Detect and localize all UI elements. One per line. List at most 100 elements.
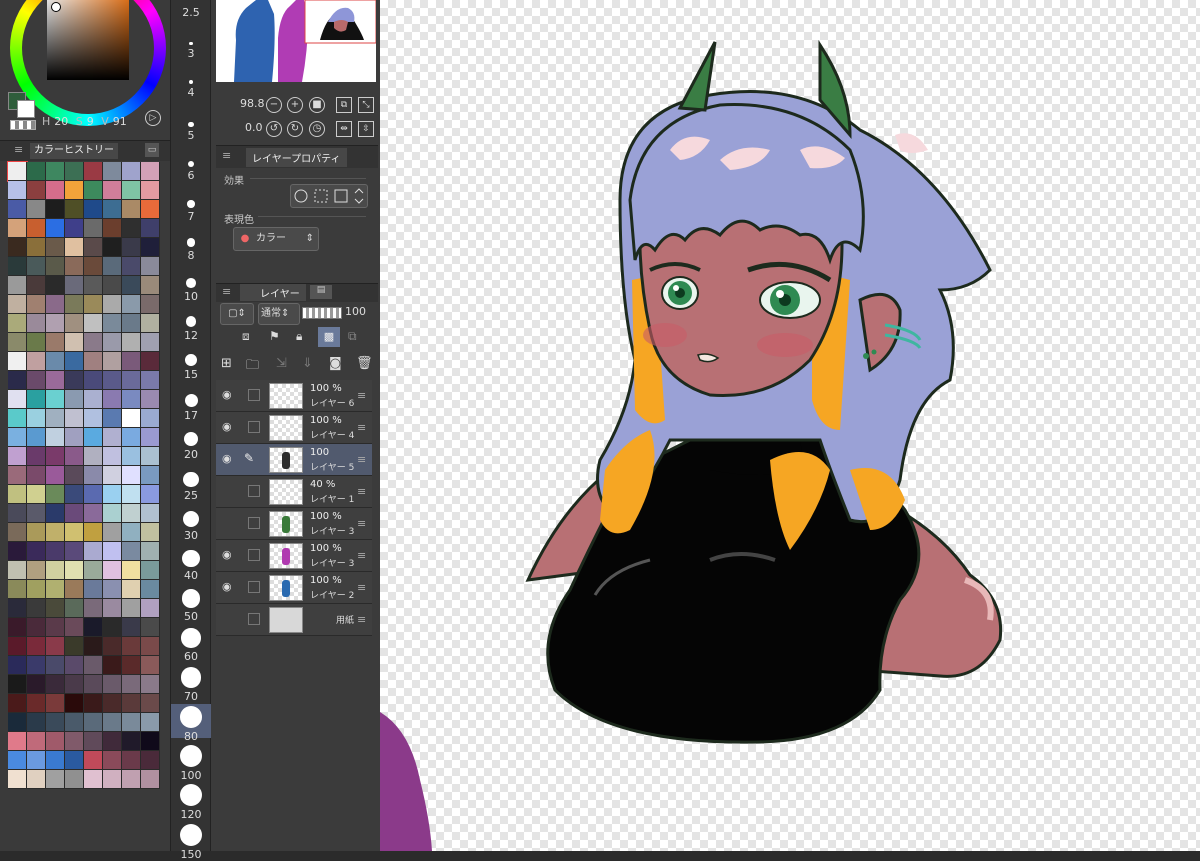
- color-swatch[interactable]: [103, 390, 122, 409]
- layer-row[interactable]: 100 % レイヤー 3 ≡: [216, 508, 372, 540]
- new-layer-icon[interactable]: ⊞: [221, 356, 232, 371]
- color-swatch[interactable]: [84, 770, 103, 789]
- color-swatch[interactable]: [122, 599, 141, 618]
- mask-create-icon[interactable]: ◙: [329, 356, 342, 371]
- brush-size-item[interactable]: 17: [171, 392, 211, 426]
- color-swatch[interactable]: [8, 675, 27, 694]
- color-swatch[interactable]: [141, 447, 160, 466]
- color-swatch[interactable]: [8, 656, 27, 675]
- color-swatch[interactable]: [141, 561, 160, 580]
- layer-property-tab[interactable]: レイヤープロパティ: [246, 148, 347, 167]
- color-swatch[interactable]: [141, 580, 160, 599]
- color-swatch[interactable]: [65, 447, 84, 466]
- color-swatch[interactable]: [84, 656, 103, 675]
- color-swatch[interactable]: [65, 580, 84, 599]
- color-swatch[interactable]: [8, 713, 27, 732]
- color-swatch[interactable]: [84, 694, 103, 713]
- color-swatch[interactable]: [122, 352, 141, 371]
- rotate-left-icon[interactable]: ↺: [266, 121, 282, 137]
- color-mode-icon[interactable]: ▷: [145, 110, 161, 126]
- panel-menu-icon[interactable]: ≡: [222, 149, 231, 162]
- rotation-value[interactable]: 0.0: [245, 121, 263, 134]
- color-swatch[interactable]: [27, 200, 46, 219]
- color-swatch[interactable]: [27, 409, 46, 428]
- color-swatch[interactable]: [84, 618, 103, 637]
- color-swatch[interactable]: [103, 751, 122, 770]
- color-swatch[interactable]: [84, 637, 103, 656]
- layer-menu-icon[interactable]: ≡: [357, 389, 366, 402]
- color-swatch[interactable]: [122, 428, 141, 447]
- color-swatch[interactable]: [65, 599, 84, 618]
- color-swatch[interactable]: [65, 504, 84, 523]
- color-swatch[interactable]: [27, 542, 46, 561]
- color-swatch[interactable]: [46, 162, 65, 181]
- color-swatch[interactable]: [65, 238, 84, 257]
- color-swatch[interactable]: [8, 352, 27, 371]
- lock-icon[interactable]: 🔒︎: [296, 329, 302, 344]
- color-swatch[interactable]: [46, 181, 65, 200]
- color-swatch[interactable]: [65, 751, 84, 770]
- color-swatch[interactable]: [103, 504, 122, 523]
- color-swatch[interactable]: [84, 713, 103, 732]
- color-swatch[interactable]: [65, 409, 84, 428]
- color-swatch[interactable]: [27, 257, 46, 276]
- transfer-layer-icon[interactable]: ⇲: [276, 356, 287, 371]
- color-swatch[interactable]: [46, 428, 65, 447]
- color-swatch[interactable]: [46, 580, 65, 599]
- brush-size-item[interactable]: 120: [171, 782, 211, 821]
- panel-collapse-icon[interactable]: ▭: [145, 143, 159, 157]
- color-swatch[interactable]: [122, 333, 141, 352]
- color-swatch[interactable]: [27, 656, 46, 675]
- color-swatch[interactable]: [84, 580, 103, 599]
- color-swatch[interactable]: [103, 637, 122, 656]
- flip-vertical-icon[interactable]: ⇳: [358, 121, 374, 137]
- color-swatch[interactable]: [8, 599, 27, 618]
- color-swatch[interactable]: [46, 675, 65, 694]
- color-swatch[interactable]: [46, 390, 65, 409]
- color-swatch[interactable]: [141, 371, 160, 390]
- color-swatch[interactable]: [8, 694, 27, 713]
- color-swatch[interactable]: [65, 333, 84, 352]
- color-swatch[interactable]: [103, 447, 122, 466]
- color-swatch[interactable]: [103, 694, 122, 713]
- color-swatch[interactable]: [84, 390, 103, 409]
- color-swatch[interactable]: [141, 352, 160, 371]
- color-swatch[interactable]: [103, 409, 122, 428]
- layer-row[interactable]: ◉ 100 % レイヤー 6 ≡: [216, 380, 372, 412]
- color-swatch[interactable]: [141, 428, 160, 447]
- navigator-preview[interactable]: [216, 0, 377, 82]
- color-swatch[interactable]: [103, 466, 122, 485]
- color-swatch[interactable]: [103, 352, 122, 371]
- color-swatch[interactable]: [84, 333, 103, 352]
- color-swatch[interactable]: [27, 295, 46, 314]
- color-swatch[interactable]: [103, 656, 122, 675]
- color-swatch[interactable]: [122, 466, 141, 485]
- brush-size-item[interactable]: 5: [171, 120, 211, 154]
- color-swatch[interactable]: [46, 352, 65, 371]
- color-swatch[interactable]: [122, 675, 141, 694]
- layer-menu-icon[interactable]: ≡: [357, 421, 366, 434]
- s-value[interactable]: 9: [87, 115, 94, 128]
- color-swatch[interactable]: [141, 219, 160, 238]
- color-swatch[interactable]: [46, 295, 65, 314]
- actual-size-icon[interactable]: ⤡: [358, 97, 374, 113]
- color-swatch[interactable]: [103, 428, 122, 447]
- color-swatch[interactable]: [27, 713, 46, 732]
- color-swatch[interactable]: [46, 409, 65, 428]
- layer-row[interactable]: ◉ 100 % レイヤー 3 ≡: [216, 540, 372, 572]
- color-swatch[interactable]: [103, 732, 122, 751]
- color-swatch[interactable]: [65, 352, 84, 371]
- color-swatch[interactable]: [27, 770, 46, 789]
- brush-size-item[interactable]: 2.5: [171, 4, 211, 38]
- color-swatch[interactable]: [8, 751, 27, 770]
- color-swatch[interactable]: [122, 162, 141, 181]
- color-swatch[interactable]: [8, 371, 27, 390]
- layer-tab[interactable]: レイヤー: [240, 284, 306, 301]
- color-swatch[interactable]: [46, 466, 65, 485]
- color-swatch[interactable]: [65, 466, 84, 485]
- color-swatch[interactable]: [27, 523, 46, 542]
- reference-layer-icon[interactable]: ⚑: [269, 329, 280, 343]
- color-swatch[interactable]: [8, 314, 27, 333]
- color-swatch[interactable]: [27, 219, 46, 238]
- color-swatch[interactable]: [65, 618, 84, 637]
